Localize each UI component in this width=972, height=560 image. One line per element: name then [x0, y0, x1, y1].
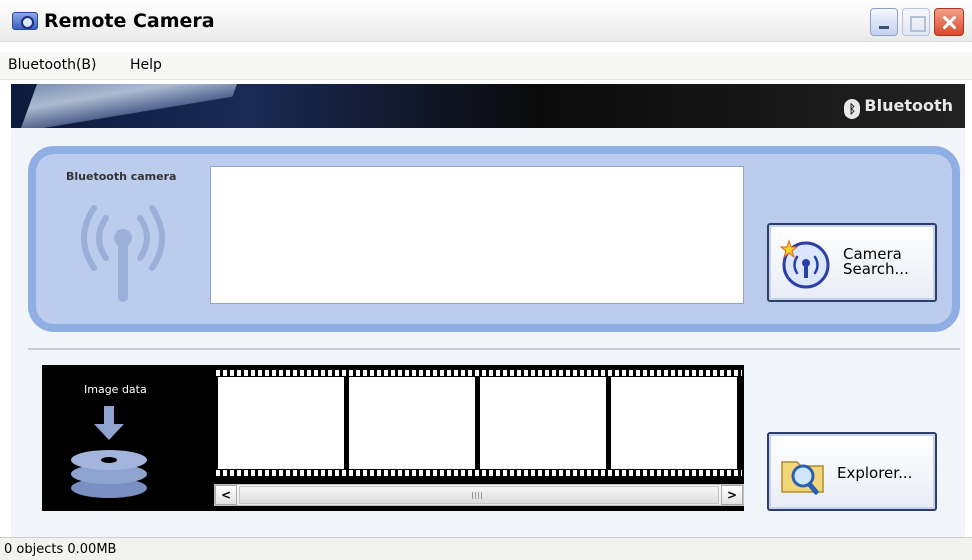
folder-magnifier-icon	[781, 461, 824, 495]
scroll-right-arrow-icon[interactable]: >	[721, 485, 743, 505]
filmstrip-scrollbar[interactable]: < >	[214, 484, 744, 506]
scroll-left-arrow-icon[interactable]: <	[215, 485, 237, 505]
menu-help[interactable]: Help	[130, 57, 162, 73]
laptop-graphic	[20, 84, 238, 128]
thumbnail-frame[interactable]	[480, 377, 606, 469]
thumbnail-filmstrip	[214, 367, 744, 479]
section-divider	[28, 348, 960, 350]
camera-search-button[interactable]: Camera Search...	[767, 223, 937, 302]
thumbnail-frame[interactable]	[611, 377, 737, 469]
bluetooth-logo-text: Bluetooth	[864, 96, 953, 115]
header-banner: ᛒ Bluetooth	[11, 84, 965, 128]
menu-bluetooth[interactable]: Bluetooth(B)	[8, 57, 97, 73]
maximize-button[interactable]	[902, 8, 930, 36]
status-text: 0 objects 0.00MB	[4, 542, 117, 557]
film-perforation	[216, 370, 742, 376]
title-bar: Remote Camera	[0, 0, 972, 42]
download-disk-icon	[71, 406, 147, 498]
scroll-grip-icon	[472, 492, 482, 499]
camera-search-icon	[779, 239, 830, 289]
bluetooth-logo: ᛒ Bluetooth	[844, 96, 953, 119]
thumbnail-frame[interactable]	[349, 377, 475, 469]
camera-device-list[interactable]	[210, 166, 744, 304]
explorer-button[interactable]: Explorer...	[767, 432, 937, 511]
thumbnail-frame[interactable]	[218, 377, 344, 469]
status-bar: 0 objects 0.00MB	[0, 537, 972, 560]
camera-search-label: Camera Search...	[843, 245, 909, 278]
bluetooth-camera-label: Bluetooth camera	[66, 170, 177, 183]
image-data-label: Image data	[84, 383, 147, 396]
film-perforation	[216, 470, 742, 476]
window-title: Remote Camera	[44, 10, 215, 32]
scroll-thumb[interactable]	[239, 486, 719, 504]
close-button[interactable]	[934, 8, 964, 36]
explorer-label: Explorer...	[837, 464, 913, 482]
antenna-icon	[81, 205, 165, 302]
menu-bar: Bluetooth(B) Help	[0, 52, 972, 80]
bluetooth-icon: ᛒ	[844, 99, 861, 119]
camera-app-icon	[12, 12, 38, 30]
minimize-button[interactable]	[870, 8, 898, 36]
